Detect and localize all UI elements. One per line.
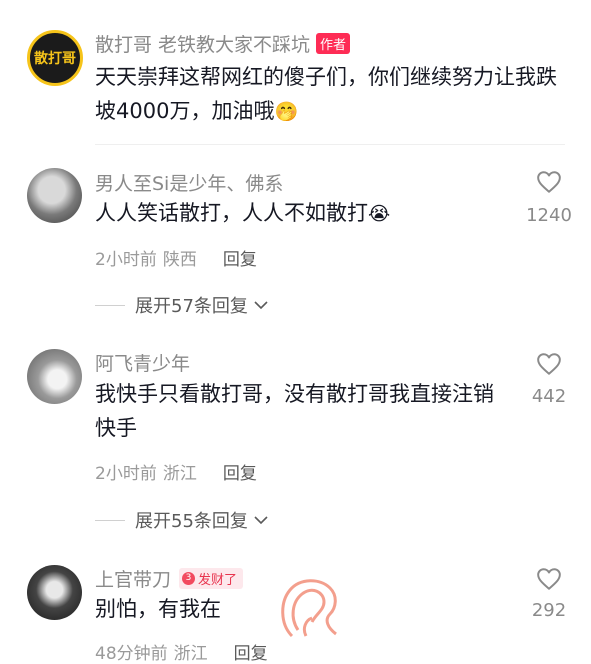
comment-text: 我快手只看散打哥，没有散打哥我直接注销快手: [95, 382, 494, 440]
reply-button[interactable]: 回复: [223, 459, 257, 484]
comment-time: 48分钟前: [95, 644, 168, 664]
like-count: 1240: [526, 205, 572, 226]
chevron-down-icon: [254, 515, 268, 525]
author-username[interactable]: 散打哥 老铁教大家不踩坑: [95, 30, 310, 57]
reply-button[interactable]: 回复: [223, 245, 257, 270]
expand-replies-label: 展开57条回复: [135, 296, 248, 317]
like-heart-icon[interactable]: [536, 352, 562, 380]
comment-meta: 2小时前 陕西 回复: [95, 245, 257, 270]
fortune-badge-label: 发财了: [198, 573, 238, 588]
like-count: 292: [531, 600, 567, 621]
comment-avatar[interactable]: [27, 565, 82, 620]
comment-body: 人人笑话散打，人人不如散打: [95, 201, 368, 225]
watermark-logo-icon: [272, 572, 348, 648]
author-avatar-text: 散打哥: [34, 51, 76, 67]
expand-line: [95, 304, 125, 306]
author-username-row: 散打哥 老铁教大家不踩坑 作者: [95, 30, 351, 57]
comment-avatar[interactable]: [27, 349, 82, 404]
chevron-down-icon: [254, 300, 268, 310]
comment-time: 2小时前: [95, 464, 157, 484]
comment-time: 2小时前: [95, 250, 157, 270]
comment-username-row: 上官带刀 3 发财了: [95, 565, 244, 592]
comment-username[interactable]: 阿飞青少年: [95, 349, 190, 376]
expand-replies-button[interactable]: 展开55条回复: [95, 507, 268, 533]
divider: [95, 144, 565, 145]
expand-replies-button[interactable]: 展开57条回复: [95, 292, 268, 318]
comment-meta: 48分钟前 浙江 回复: [95, 639, 268, 664]
like-heart-icon[interactable]: [536, 170, 562, 198]
like-heart-icon[interactable]: [536, 567, 562, 595]
author-comment-body: 天天崇拜这帮网红的傻子们，你们继续努力让我跌坡4000万，加油哦: [95, 65, 557, 123]
like-count: 442: [531, 386, 567, 407]
comment-location: 浙江: [173, 644, 208, 664]
author-comment-text: 天天崇拜这帮网红的傻子们，你们继续努力让我跌坡4000万，加油哦🤭: [95, 60, 570, 129]
comment-username[interactable]: 上官带刀: [95, 565, 171, 592]
author-avatar[interactable]: 散打哥: [27, 30, 83, 86]
author-badge: 作者: [316, 33, 351, 54]
comment-location: 陕西: [162, 250, 197, 270]
reply-button[interactable]: 回复: [234, 639, 268, 664]
comment-avatar[interactable]: [27, 168, 82, 223]
comment-username[interactable]: 男人至Si是少年、佛系: [95, 169, 283, 196]
expand-replies-label: 展开55条回复: [135, 511, 248, 532]
shy-emoji-icon: 🤭: [274, 101, 299, 123]
comment-text: 人人笑话散打，人人不如散打😭: [95, 196, 515, 231]
fortune-badge: 3 发财了: [179, 568, 244, 589]
comment-meta: 2小时前 浙江 回复: [95, 459, 257, 484]
crying-emoji-icon: 😭: [368, 203, 391, 225]
comment-location: 浙江: [162, 464, 197, 484]
expand-line: [95, 519, 125, 521]
fortune-level-icon: 3: [182, 572, 196, 585]
